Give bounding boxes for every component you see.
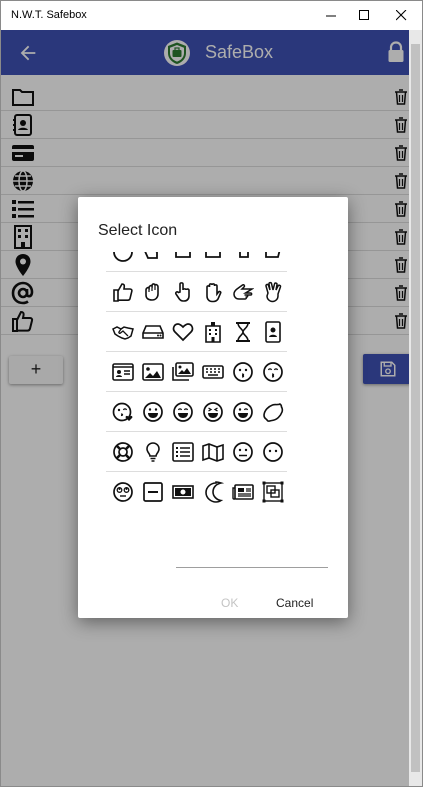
icon-grid[interactable] [106,252,287,515]
close-icon [396,10,407,21]
hand-pointer-icon[interactable] [232,252,254,263]
hand-paper-icon[interactable] [202,281,224,303]
images-icon[interactable] [172,361,194,383]
smile-icon[interactable] [112,252,134,263]
hospital-icon[interactable] [202,321,224,343]
title-bar: N.W.T. Safebox [1,1,422,30]
hand-pointer-icon[interactable] [172,281,194,303]
icon-row [106,392,287,432]
money-bill-icon[interactable] [172,481,194,503]
scrollbar[interactable] [409,30,422,786]
heart-icon[interactable] [172,321,194,343]
select-icon-dialog: Select Icon OK Cancel [78,197,348,618]
app-window: N.W.T. Safebox SafeBox + Select Icon OK … [0,0,423,787]
ok-button[interactable]: OK [221,596,238,610]
list-alt-icon[interactable] [172,441,194,463]
kiss-wink-heart-icon[interactable] [112,401,134,423]
laugh-beam-icon[interactable] [172,401,194,423]
moon-icon[interactable] [202,481,224,503]
hourglass-icon[interactable] [232,321,254,343]
dialog-title: Select Icon [98,222,178,239]
meh-blank-icon[interactable] [262,441,284,463]
hand-scissors-icon[interactable] [232,281,254,303]
icon-row [106,352,287,392]
meh-rolling-eyes-icon[interactable] [112,481,134,503]
icon-row [106,272,287,312]
kiss-beam-icon[interactable] [262,361,284,383]
hand-spock-icon[interactable] [262,252,284,263]
icon-row [106,472,287,512]
laugh-wink-icon[interactable] [232,401,254,423]
life-ring-icon[interactable] [112,441,134,463]
minimize-icon [326,15,336,17]
icon-row [106,432,287,472]
icon-name-input[interactable] [176,546,328,568]
hand-spock-icon[interactable] [262,281,284,303]
kiss-icon[interactable] [232,361,254,383]
cancel-button[interactable]: Cancel [276,596,313,610]
keyboard-icon[interactable] [202,361,224,383]
hand-rock-icon[interactable] [172,252,194,263]
hand-rock-icon[interactable] [142,281,164,303]
thumbs-up-outline-icon[interactable] [112,281,134,303]
hand-paper-icon[interactable] [202,252,224,263]
hand-point-left-icon[interactable] [142,252,164,263]
maximize-icon [359,10,369,20]
meh-icon[interactable] [232,441,254,463]
handshake-icon[interactable] [112,321,134,343]
icon-row [106,312,287,352]
laugh-squint-icon[interactable] [202,401,224,423]
id-badge-icon[interactable] [262,321,284,343]
scrollbar-thumb[interactable] [411,44,420,772]
id-card-icon[interactable] [112,361,134,383]
image-icon[interactable] [142,361,164,383]
close-button[interactable] [379,1,422,30]
map-icon[interactable] [202,441,224,463]
laugh-icon[interactable] [142,401,164,423]
hdd-icon[interactable] [142,321,164,343]
minus-square-icon[interactable] [142,481,164,503]
lemon-icon[interactable] [262,401,284,423]
object-group-icon[interactable] [262,481,284,503]
lightbulb-icon[interactable] [142,441,164,463]
newspaper-icon[interactable] [232,481,254,503]
window-title: N.W.T. Safebox [11,9,87,21]
icon-row [106,252,287,272]
